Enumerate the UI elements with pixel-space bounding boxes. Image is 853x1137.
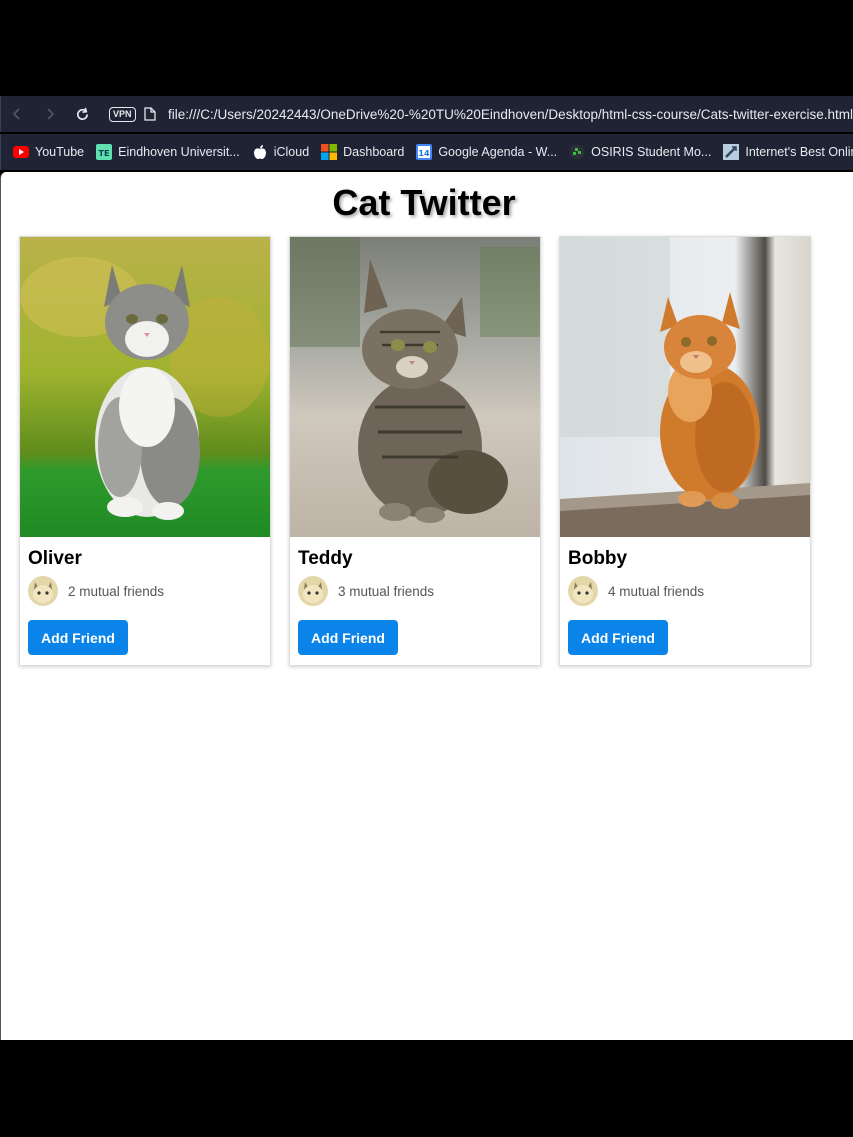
microsoft-icon xyxy=(321,144,338,160)
avatar xyxy=(28,576,58,606)
bookmark-osiris[interactable]: OSIRIS Student Mo... xyxy=(569,144,711,160)
cat-photo xyxy=(560,237,810,537)
bookmark-label: iCloud xyxy=(273,145,310,159)
avatar xyxy=(298,576,328,606)
back-button[interactable] xyxy=(1,96,34,132)
bookmark-tue[interactable]: TE Eindhoven Universit... xyxy=(96,144,240,160)
add-friend-button[interactable]: Add Friend xyxy=(28,620,128,655)
svg-text:14: 14 xyxy=(419,149,431,158)
file-icon[interactable] xyxy=(143,106,157,122)
reload-button[interactable] xyxy=(66,96,99,132)
add-friend-button[interactable]: Add Friend xyxy=(298,620,398,655)
avatar xyxy=(568,576,598,606)
youtube-icon xyxy=(13,144,29,160)
vpn-badge[interactable]: VPN xyxy=(109,106,136,122)
bookmark-label: YouTube xyxy=(35,145,85,159)
osiris-icon xyxy=(569,144,585,160)
mutual-friends-text: 2 mutual friends xyxy=(68,583,165,599)
page-viewport: Cat Twitter Oliver 2 mutual friends Add … xyxy=(0,172,853,1040)
bookmark-dashboard[interactable]: Dashboard xyxy=(321,144,404,160)
tue-icon: TE xyxy=(96,144,113,160)
bookmark-label: Eindhoven Universit... xyxy=(118,145,240,159)
address-bar[interactable]: file:///C:/Users/20242443/OneDrive%20-%2… xyxy=(168,107,853,122)
cat-name: Oliver xyxy=(28,548,82,569)
cat-name: Teddy xyxy=(298,548,353,569)
forward-button[interactable] xyxy=(34,96,67,132)
apple-icon xyxy=(252,144,268,160)
mutual-friends-row: 3 mutual friends xyxy=(298,576,434,606)
cat-name: Bobby xyxy=(568,548,628,569)
back-arrow-icon xyxy=(13,108,20,120)
bookmark-google-agenda[interactable]: 14 Google Agenda - W... xyxy=(416,144,557,160)
bookmark-youtube[interactable]: YouTube xyxy=(13,144,84,160)
bookmark-label: Internet's Best Onlin... xyxy=(745,145,853,159)
mutual-friends-row: 4 mutual friends xyxy=(568,576,704,606)
cat-card: Bobby 4 mutual friends Add Friend xyxy=(559,236,811,666)
mutual-friends-row: 2 mutual friends xyxy=(28,576,164,606)
bookmark-icloud[interactable]: iCloud xyxy=(252,144,309,160)
cat-card: Oliver 2 mutual friends Add Friend xyxy=(19,236,271,666)
bookmark-internet-best[interactable]: Internet's Best Onlin... xyxy=(723,144,853,160)
cat-photo xyxy=(290,237,540,537)
browser-toolbar: VPN file:///C:/Users/20242443/OneDrive%2… xyxy=(0,96,853,132)
cat-card: Teddy 3 mutual friends Add Friend xyxy=(289,236,541,666)
mutual-friends-text: 4 mutual friends xyxy=(608,583,705,599)
page-title: Cat Twitter xyxy=(332,182,516,223)
reload-icon xyxy=(77,107,89,120)
bookmark-label: OSIRIS Student Mo... xyxy=(591,145,712,159)
mutual-friends-text: 3 mutual friends xyxy=(338,583,435,599)
add-friend-button[interactable]: Add Friend xyxy=(568,620,668,655)
bookmarks-bar: YouTube TE Eindhoven Universit... iCloud… xyxy=(0,134,853,170)
bookmark-label: Dashboard xyxy=(343,145,405,159)
cat-photo xyxy=(20,237,270,537)
website-icon xyxy=(723,144,740,160)
svg-text:TE: TE xyxy=(99,149,110,158)
bookmark-label: Google Agenda - W... xyxy=(438,145,558,159)
calendar-icon: 14 xyxy=(416,144,433,160)
forward-arrow-icon xyxy=(47,108,55,120)
